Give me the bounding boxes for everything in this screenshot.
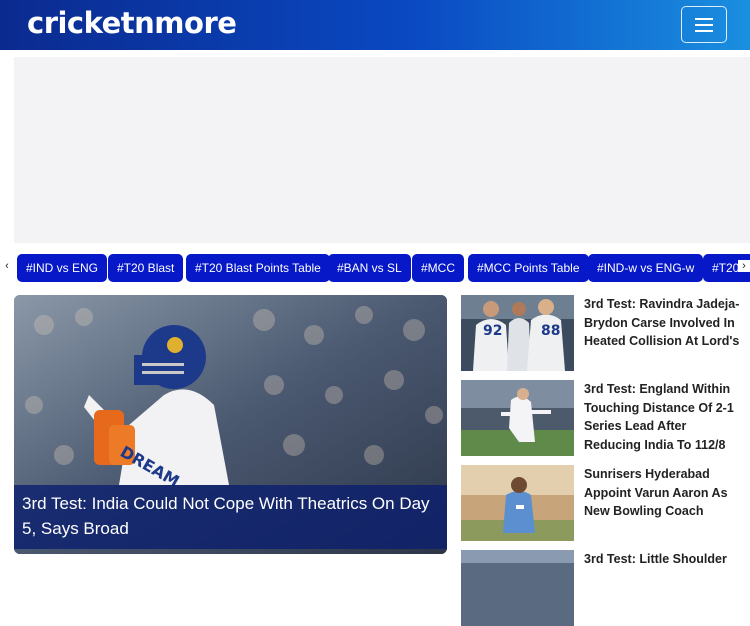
site-header: cricketnmore [0, 0, 750, 50]
news-thumbnail[interactable] [461, 380, 574, 456]
svg-text:92: 92 [483, 323, 502, 339]
tag-ban-vs-sl[interactable]: #BAN vs SL [328, 254, 411, 282]
news-thumbnail[interactable] [461, 465, 574, 541]
menu-bar-icon [695, 18, 713, 20]
featured-story[interactable]: DREAM 3rd Test: India Could Not Cope Wit… [14, 295, 447, 554]
menu-bar-icon [695, 24, 713, 26]
tag-mcc[interactable]: #MCC [412, 254, 465, 282]
tag-mcc-points-table[interactable]: #MCC Points Table [468, 254, 589, 282]
featured-story-title[interactable]: 3rd Test: India Could Not Cope With Thea… [14, 485, 447, 549]
tag-ind-vs-eng[interactable]: #IND vs ENG [17, 254, 108, 282]
menu-bar-icon [695, 30, 713, 32]
news-thumbnail[interactable]: 92 88 [461, 295, 574, 371]
chevron-left-icon[interactable]: ‹ [1, 260, 13, 272]
advertisement-slot [14, 57, 750, 243]
svg-text:88: 88 [541, 323, 560, 339]
chevron-right-icon[interactable]: › [738, 260, 750, 272]
news-thumbnail[interactable] [461, 550, 574, 626]
news-title[interactable]: 3rd Test: Little Shoulder [584, 550, 744, 569]
news-title[interactable]: Sunrisers Hyderabad Appoint Varun Aaron … [584, 465, 744, 521]
news-title[interactable]: 3rd Test: England Within Touching Distan… [584, 380, 744, 454]
tag-t20-blast-points-table[interactable]: #T20 Blast Points Table [186, 254, 330, 282]
tag-t20-blast[interactable]: #T20 Blast [108, 254, 184, 282]
hamburger-menu-button[interactable] [681, 6, 727, 43]
tag-strip: ‹ #IND vs ENG #T20 Blast #T20 Blast Poin… [0, 254, 750, 282]
tag-ind-w-vs-eng-w[interactable]: #IND-w vs ENG-w [588, 254, 704, 282]
site-logo[interactable]: cricketnmore [27, 6, 237, 40]
news-title[interactable]: 3rd Test: Ravindra Jadeja-Brydon Carse I… [584, 295, 744, 351]
